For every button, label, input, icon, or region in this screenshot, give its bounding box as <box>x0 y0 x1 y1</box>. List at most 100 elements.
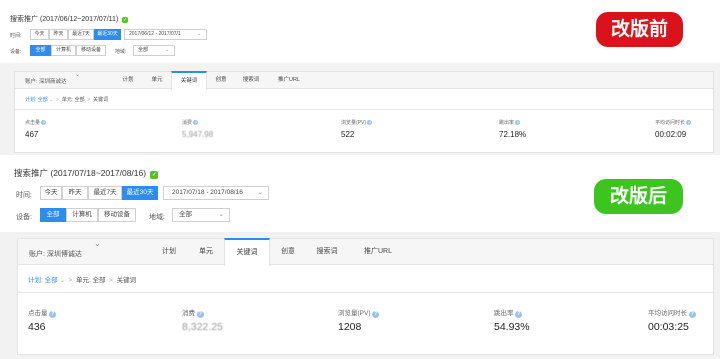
chevron-down-icon[interactable]: ⌄ <box>75 71 80 78</box>
info-circle-icon: ? <box>515 120 521 125</box>
tab-unit[interactable]: 单元 <box>143 72 171 89</box>
metric-clicks-value: 467 <box>25 130 39 139</box>
tab-promo-url[interactable]: 推广URL <box>352 239 404 265</box>
tab-keyword[interactable]: 关键词 <box>224 238 270 266</box>
metric-cost-label: 消费 ? <box>182 310 204 318</box>
device-pc-button[interactable]: 计算机 <box>51 45 76 56</box>
date-range-picker[interactable]: 2017/06/12 - 2017/07/1 ⌄ <box>124 29 207 40</box>
tab-plan[interactable]: 计划 <box>113 72 143 89</box>
crumb-current: 关键词 <box>116 277 137 284</box>
page-title: 搜索推广 (2017/07/18~2017/08/16) ✓ <box>14 168 159 179</box>
date-range-value: 2017/07/18 - 2017/08/16 <box>172 189 243 196</box>
chevron-right-icon: > <box>54 97 61 103</box>
metric-duration-label: 平均访问时长 ? <box>655 120 692 126</box>
metric-clicks-value: 436 <box>28 321 46 333</box>
metric-bounce-value: 72.18% <box>499 130 527 139</box>
metric-pv-label: 浏览量(PV) ? <box>338 310 380 318</box>
metric-duration-value: 00:02:09 <box>655 130 687 139</box>
before-panel: 搜索推广 (2017/06/12~2017/07/11) ✓ 时间: 今天 昨天… <box>0 0 720 158</box>
tab-plan[interactable]: 计划 <box>150 239 188 265</box>
report-box: 账户: 深圳博诚达 ⌄ 计划 单元 关键词 创意 搜索词 推广URL 计划: 全… <box>17 238 714 355</box>
info-circle-icon: ? <box>49 311 57 318</box>
chevron-down-icon: ⌄ <box>196 31 201 37</box>
chevron-right-icon: > <box>107 277 115 284</box>
region-value: 全部 <box>138 47 149 53</box>
device-all-button[interactable]: 全部 <box>30 45 51 56</box>
info-circle-icon: ? <box>41 120 47 125</box>
region-select[interactable]: 全部 ⌄ <box>172 208 230 222</box>
date-range-picker[interactable]: 2017/07/18 - 2017/08/16 ⌄ <box>163 186 269 200</box>
metric-clicks-label: 点击量 ? <box>28 310 57 318</box>
device-pc-button[interactable]: 计算机 <box>66 208 98 222</box>
region-label: 地域: <box>149 214 165 221</box>
device-all-button[interactable]: 全部 <box>40 208 66 222</box>
time-30days-button[interactable]: 最近30天 <box>122 186 158 200</box>
time-label: 时间: <box>10 33 22 39</box>
info-circle-icon: ? <box>688 311 696 318</box>
chevron-down-icon[interactable]: ⌄ <box>94 239 101 248</box>
chevron-down-icon: ⌄ <box>164 47 169 53</box>
info-circle-icon: ? <box>196 311 204 318</box>
divider <box>15 109 713 110</box>
chevron-right-icon: > <box>66 277 75 284</box>
date-range-value: 2017/06/12 - 2017/07/1 <box>129 31 181 37</box>
metric-bounce-label: 跳出率 ? <box>499 120 521 126</box>
account-name: 账户: 深圳商诚达 <box>25 79 67 85</box>
chevron-down-icon: ⌄ <box>218 211 224 218</box>
device-mobile-button[interactable]: 移动设备 <box>98 208 136 222</box>
chevron-down-icon: ⌄ <box>59 277 67 284</box>
tab-keyword[interactable]: 关键词 <box>171 71 207 90</box>
region-label: 地域: <box>115 49 127 55</box>
time-today-button[interactable]: 今天 <box>30 29 49 40</box>
region-value: 全部 <box>179 211 192 218</box>
divider <box>18 292 713 293</box>
chevron-right-icon: > <box>86 97 92 103</box>
time-7days-button[interactable]: 最近7天 <box>88 186 122 200</box>
metric-clicks-label: 点击量 ? <box>25 120 47 126</box>
device-mobile-button[interactable]: 移动设备 <box>76 45 106 56</box>
tab-promo-url[interactable]: 推广URL <box>269 72 309 89</box>
check-badge-icon: ✓ <box>150 171 159 179</box>
metric-cost-value: 5,947.98 <box>182 130 214 139</box>
info-circle-icon: ? <box>193 120 199 125</box>
metric-pv-value: 1208 <box>338 321 362 333</box>
before-badge: 改版前 <box>596 12 683 47</box>
time-yesterday-button[interactable]: 昨天 <box>62 186 88 200</box>
crumb-plan[interactable]: 计划: 全部 <box>25 97 48 103</box>
account-name: 账户: 深圳博诚达 <box>29 251 82 258</box>
tab-creative[interactable]: 创意 <box>270 239 306 265</box>
after-panel: 搜索推广 (2017/07/18~2017/08/16) ✓ 时间: 今天 昨天… <box>0 158 720 359</box>
info-circle-icon: ? <box>686 120 692 125</box>
crumb-plan[interactable]: 计划: 全部 <box>28 277 58 284</box>
time-today-button[interactable]: 今天 <box>40 186 62 200</box>
tab-search-term[interactable]: 搜索词 <box>235 72 267 89</box>
chevron-down-icon: ⌄ <box>257 189 263 196</box>
tab-creative[interactable]: 创意 <box>207 72 235 89</box>
info-circle-icon: ? <box>515 311 523 318</box>
tab-unit[interactable]: 单元 <box>188 239 224 265</box>
time-yesterday-button[interactable]: 昨天 <box>49 29 68 40</box>
report-box: 账户: 深圳商诚达 ⌄ 计划 单元 关键词 创意 搜索词 推广URL 计划: 全… <box>14 71 714 153</box>
metric-pv-value: 522 <box>341 130 355 139</box>
info-circle-icon: ? <box>372 311 380 318</box>
metric-duration-label: 平均访问时长 ? <box>648 310 696 318</box>
device-label: 设备: <box>10 49 22 55</box>
crumb-unit[interactable]: 单元: 全部 <box>76 277 106 284</box>
metric-cost-value: 8,322.25 <box>182 321 223 333</box>
region-select[interactable]: 全部 ⌄ <box>133 45 175 56</box>
metric-bounce-value: 54.93% <box>494 321 530 333</box>
tab-search-term[interactable]: 搜索词 <box>306 239 348 265</box>
crumb-unit[interactable]: 单元: 全部 <box>62 97 85 103</box>
time-label: 时间: <box>16 192 32 199</box>
breadcrumb: 计划: 全部 ⌄ > 单元: 全部 > 关键词 <box>28 274 136 284</box>
time-7days-button[interactable]: 最近7天 <box>68 29 94 40</box>
crumb-current: 关键词 <box>93 97 109 103</box>
check-badge-icon: ✓ <box>122 17 129 23</box>
info-circle-icon: ? <box>367 120 373 125</box>
after-badge: 改版后 <box>594 179 683 214</box>
device-label: 设备: <box>16 214 32 221</box>
page-title: 搜索推广 (2017/06/12~2017/07/11) ✓ <box>10 16 129 23</box>
time-30days-button[interactable]: 最近30天 <box>94 29 121 40</box>
metric-cost-label: 消费 ? <box>182 120 199 126</box>
metric-bounce-label: 跳出率 ? <box>494 310 523 318</box>
